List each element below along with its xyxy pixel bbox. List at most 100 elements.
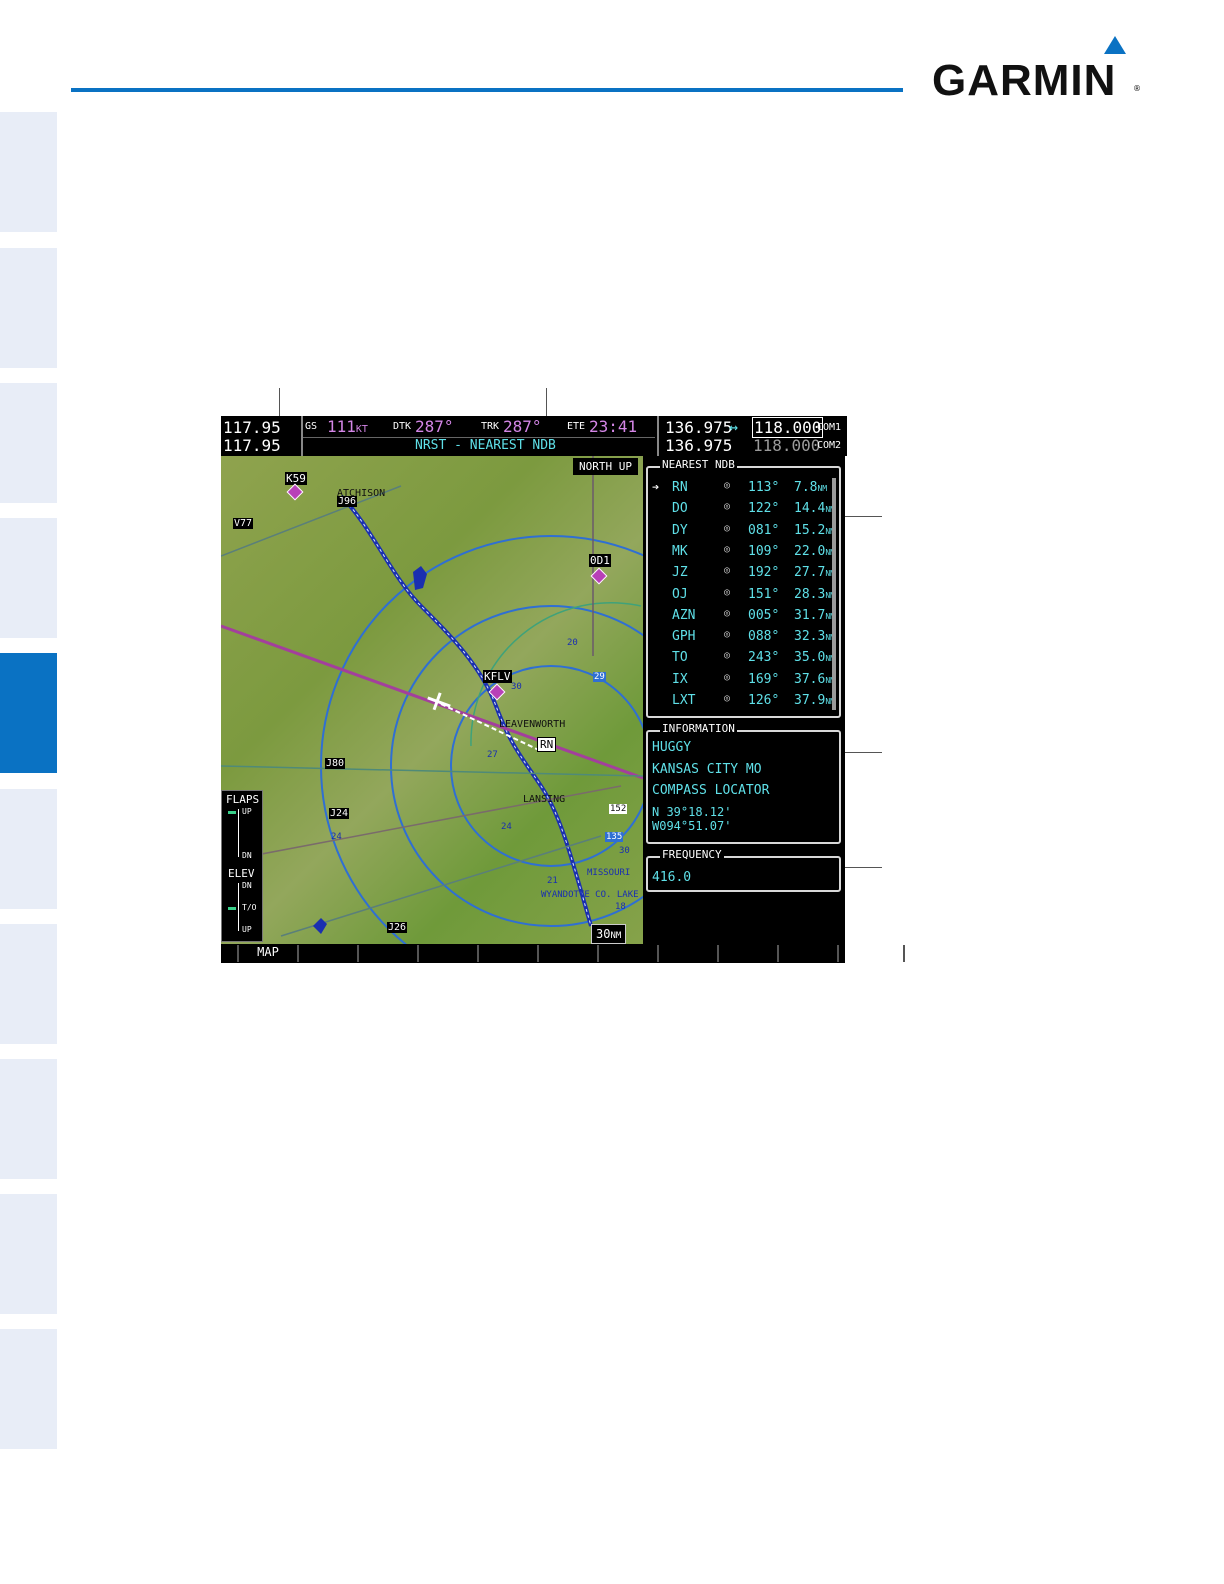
ndb-row[interactable]: ➔ RN ◎ 113° 7.8NM	[648, 478, 838, 499]
ndb-ident: OJ	[672, 586, 688, 602]
navigation-map[interactable]: NORTH UP 30NM K59 ATCHISON V77 J96 0D1 K…	[221, 456, 643, 944]
selection-arrow-icon: ➔	[652, 480, 660, 494]
softkey-7[interactable]	[539, 945, 599, 962]
airport-k59-label: K59	[285, 472, 307, 485]
north-up-indicator[interactable]: NORTH UP	[573, 458, 638, 475]
airway-j96-label: J96	[337, 496, 358, 507]
ndb-latitude: N 39°18.12'	[652, 805, 732, 819]
side-tab-1[interactable]	[0, 112, 57, 232]
highway-152-label: 152	[609, 804, 628, 814]
ndb-symbol-icon: ◎	[724, 693, 731, 704]
side-tab-8[interactable]	[0, 1059, 57, 1179]
softkey-bar: MAP	[221, 944, 905, 963]
ndb-row[interactable]: AZN ◎ 005° 31.7NM	[648, 606, 838, 627]
map-range-box[interactable]: 30NM	[591, 924, 627, 944]
city-lansing-label: LANSING	[523, 794, 566, 805]
ndb-list-scrollbar[interactable]	[832, 478, 836, 710]
softkey-10[interactable]	[719, 945, 779, 962]
com1-active[interactable]: 118.000	[752, 417, 824, 438]
ndb-ident: AZN	[672, 607, 696, 623]
side-tab-5-active[interactable]	[0, 653, 57, 773]
side-tab-7[interactable]	[0, 924, 57, 1044]
ndb-ident: JZ	[672, 565, 688, 581]
ndb-rn-label[interactable]: RN	[537, 737, 557, 752]
softkey-9[interactable]	[659, 945, 719, 962]
ndb-row[interactable]: LXT ◎ 126° 37.9NM	[648, 691, 838, 712]
ndb-bearing: 192°	[748, 565, 780, 581]
flaps-up-label: UP	[242, 807, 252, 816]
side-tab-4[interactable]	[0, 518, 57, 638]
page-title: NRST - NEAREST NDB	[415, 438, 556, 453]
nav2-frequency[interactable]: 117.95	[223, 436, 281, 455]
com2-label: COM2	[817, 440, 842, 451]
ndb-ident: GPH	[672, 629, 696, 645]
ndb-row[interactable]: MK ◎ 109° 22.0NM	[648, 542, 838, 563]
ndb-distance: 7.8NM	[794, 480, 828, 495]
side-tab-3[interactable]	[0, 383, 57, 503]
softkey-6[interactable]	[479, 945, 539, 962]
ndb-row[interactable]: JZ ◎ 192° 27.7NM	[648, 563, 838, 584]
side-tab-9[interactable]	[0, 1194, 57, 1314]
ndb-row[interactable]: GPH ◎ 088° 32.3NM	[648, 627, 838, 648]
ndb-row[interactable]: IX ◎ 169° 37.6NM	[648, 670, 838, 691]
nav-frequency-box: 117.95 117.95	[221, 416, 303, 456]
ndb-bearing: 169°	[748, 671, 780, 687]
softkey-3[interactable]	[299, 945, 359, 962]
elev-title: ELEV	[228, 867, 255, 880]
radial-27-label: 27	[487, 750, 498, 760]
softkey-11[interactable]	[779, 945, 839, 962]
ndb-bearing: 109°	[748, 543, 780, 559]
river-missouri	[339, 494, 593, 927]
ndb-longitude: W094°51.07'	[652, 819, 732, 833]
softkey-8[interactable]	[599, 945, 659, 962]
river-missouri-outline	[340, 495, 592, 927]
airway-j26-label: J26	[387, 922, 408, 933]
ndb-symbol-icon: ◎	[724, 607, 731, 619]
airway-j26	[280, 835, 602, 937]
ndb-bearing: 126°	[748, 693, 780, 708]
ndb-ident: DY	[672, 522, 688, 538]
side-tab-10[interactable]	[0, 1329, 57, 1449]
com2-standby[interactable]: 136.975	[665, 436, 732, 455]
com1-standby[interactable]: 136.975	[665, 418, 732, 437]
ndb-row[interactable]: DY ◎ 081° 15.2NM	[648, 521, 838, 542]
softkey-4[interactable]	[359, 945, 419, 962]
ndb-row[interactable]: DO ◎ 122° 14.4NM	[648, 499, 838, 520]
com2-active[interactable]: 118.000	[753, 436, 820, 455]
elev-dn-label: DN	[242, 881, 252, 890]
nav1-frequency[interactable]: 117.95	[223, 418, 281, 437]
side-tab-6[interactable]	[0, 789, 57, 909]
ndb-frequency[interactable]: 416.0	[652, 870, 691, 885]
ndb-name: HUGGY	[652, 740, 692, 755]
lake-icon-2	[313, 918, 327, 934]
missouri-label: MISSOURI	[587, 868, 631, 878]
softkey-1[interactable]	[221, 945, 239, 962]
ndb-ident: MK	[672, 543, 688, 559]
softkey-2[interactable]: MAP	[239, 945, 299, 962]
side-tab-2[interactable]	[0, 248, 57, 368]
dtk-label: DTK	[393, 421, 412, 432]
callout-line-info	[840, 752, 882, 753]
ndb-distance: 15.2NM	[794, 522, 835, 538]
information-title: INFORMATION	[660, 722, 737, 735]
flaps-elev-indicator: FLAPS UP DN ELEV DN T/O UP	[221, 790, 263, 942]
ndb-row[interactable]: OJ ◎ 151° 28.3NM	[648, 585, 838, 606]
ndb-row[interactable]: TO ◎ 243° 35.0NM	[648, 648, 838, 669]
range-ring-outer	[320, 535, 643, 944]
ndb-symbol-icon: ◎	[724, 586, 731, 598]
ete-label: ETE	[567, 421, 586, 432]
ndb-ident: IX	[672, 671, 688, 687]
airport-0d1-label: 0D1	[589, 554, 611, 567]
ndb-symbol-icon: ◎	[724, 522, 731, 534]
ndb-distance: 22.0NM	[794, 543, 835, 559]
range-ring-mid	[390, 605, 643, 927]
airway-j80-label: J80	[325, 758, 346, 769]
ndb-distance: 31.7NM	[794, 607, 835, 623]
double-arrow-icon[interactable]: ↔	[729, 418, 738, 436]
ndb-symbol-icon: ◎	[724, 543, 731, 555]
softkey-5[interactable]	[419, 945, 479, 962]
elev-pointer	[228, 907, 236, 910]
ndb-symbol-icon: ◎	[724, 480, 731, 491]
softkey-12[interactable]	[839, 945, 905, 962]
flaps-dn-label: DN	[242, 851, 252, 860]
